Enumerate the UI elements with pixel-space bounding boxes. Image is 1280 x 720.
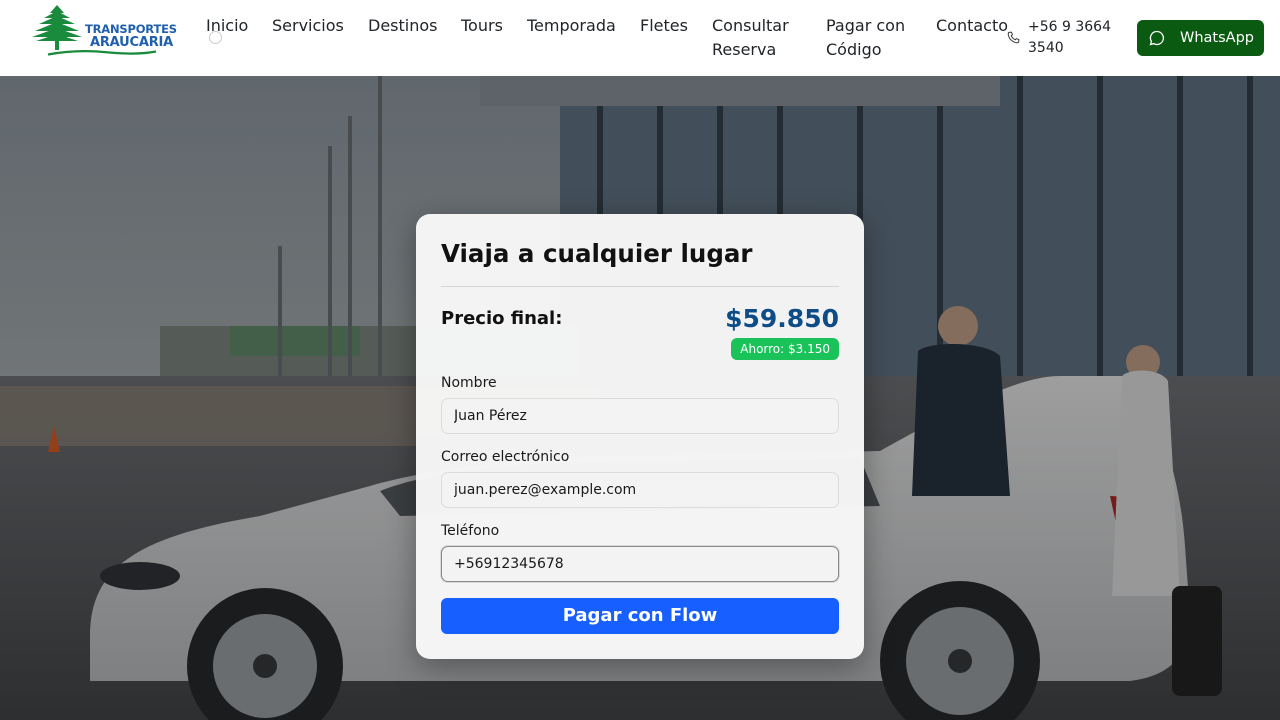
email-label: Correo electrónico <box>441 449 570 465</box>
booking-card: Viaja a cualquier lugar Precio final: $5… <box>416 214 864 659</box>
whatsapp-icon <box>1149 30 1165 46</box>
focus-ring-indicator <box>209 31 222 44</box>
card-divider <box>441 286 839 287</box>
logo-text-line2: ARAUCARIA <box>90 35 173 50</box>
nav-fletes[interactable]: Fletes <box>640 14 688 38</box>
logo-swoosh <box>47 50 157 56</box>
nav-pagar-con-codigo[interactable]: Pagar con Código <box>826 14 918 62</box>
card-title: Viaja a cualquier lugar <box>441 239 753 268</box>
nav-contacto[interactable]: Contacto <box>936 14 1008 38</box>
phone-input[interactable] <box>441 546 839 582</box>
logo-text-line1: TRANSPORTES <box>85 22 177 36</box>
name-input[interactable] <box>441 398 839 434</box>
phone-icon <box>1007 31 1020 44</box>
price-value: $59.850 <box>725 304 839 333</box>
name-label: Nombre <box>441 375 497 391</box>
nav-servicios[interactable]: Servicios <box>272 14 344 38</box>
phone-number: +56 9 3664 3540 <box>1028 19 1111 56</box>
price-label: Precio final: <box>441 308 563 329</box>
phone-label: Teléfono <box>441 523 500 539</box>
site-header: TRANSPORTES ARAUCARIA Inicio Servicios D… <box>0 0 1280 76</box>
nav-destinos[interactable]: Destinos <box>368 14 437 38</box>
nav-tours[interactable]: Tours <box>461 14 503 38</box>
whatsapp-button[interactable]: WhatsApp <box>1137 20 1264 56</box>
pay-with-flow-button[interactable]: Pagar con Flow <box>441 598 839 634</box>
brand-logo[interactable]: TRANSPORTES ARAUCARIA <box>28 4 178 60</box>
nav-consultar-reserva[interactable]: Consultar Reserva <box>712 14 804 62</box>
savings-badge: Ahorro: $3.150 <box>731 338 839 360</box>
whatsapp-label: WhatsApp <box>1180 30 1254 46</box>
nav-temporada[interactable]: Temporada <box>527 14 616 38</box>
email-input[interactable] <box>441 472 839 508</box>
